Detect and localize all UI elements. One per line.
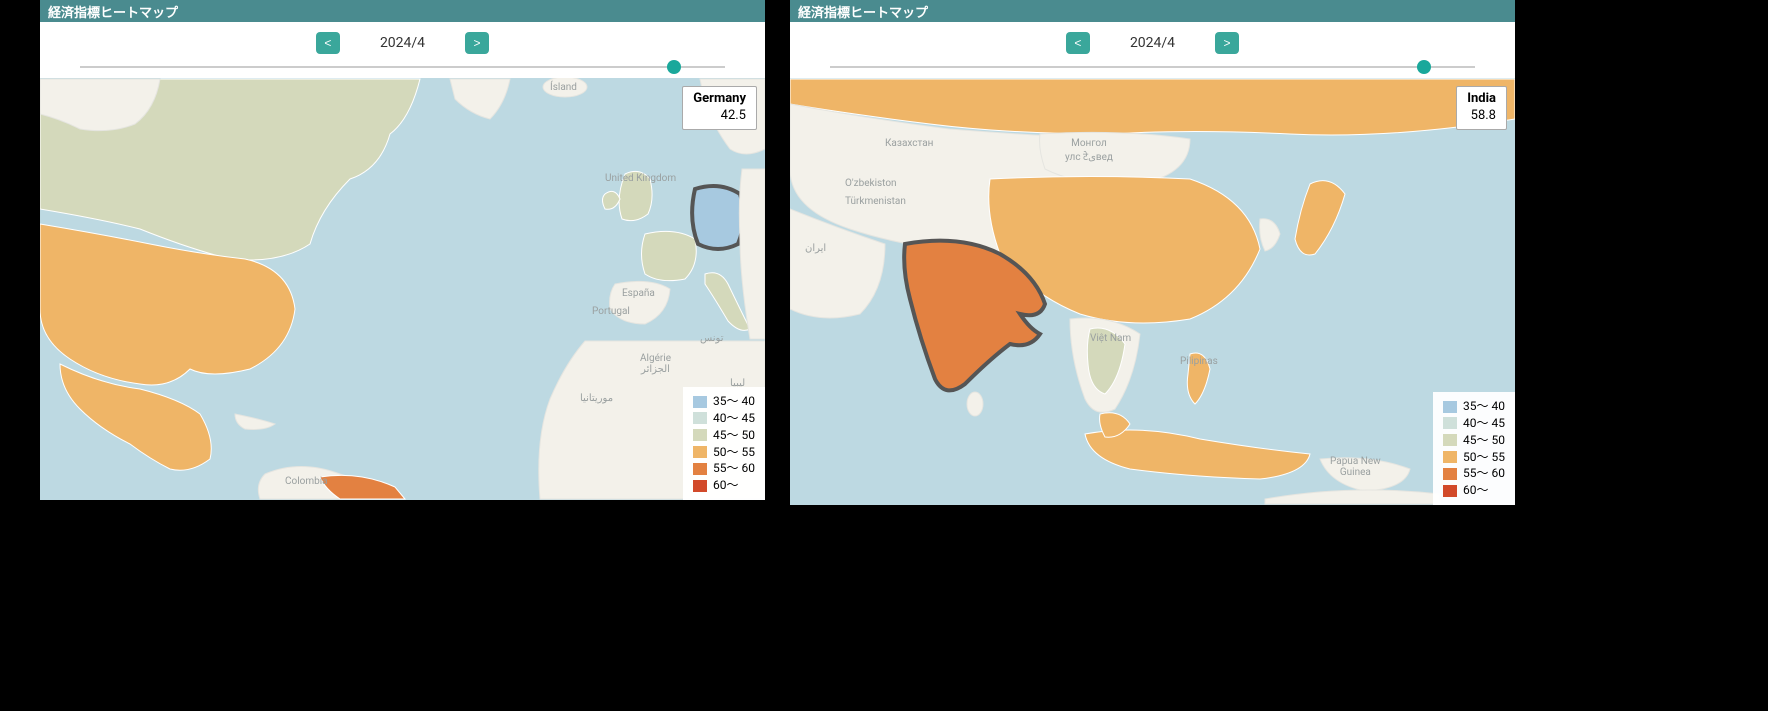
landmass-srilanka [967,392,983,416]
landmass-iceland [543,78,587,97]
legend-swatch [693,412,707,424]
heatmap-panel-right: 経済指標ヒートマップ < 2024/4 > [790,0,1515,505]
legend-swatch [693,396,707,408]
legend-label: 35～ 40 [1463,398,1505,415]
legend-swatch [1443,451,1457,463]
legend-label: 45～ 50 [1463,432,1505,449]
landmass-australia [1265,490,1440,504]
legend-label: 60～ [713,477,739,494]
heatmap-panel-left: 経済指標ヒートマップ < 2024/4 > [40,0,765,500]
legend-label: 40～ 45 [1463,415,1505,432]
landmass-greenland [450,79,510,119]
slider-track [80,66,725,68]
landmass-png [1320,458,1410,491]
legend-row: 35～ 40 [1443,398,1505,415]
legend-row: 50～ 55 [1443,449,1505,466]
legend-row: 45～ 50 [1443,432,1505,449]
legend-row: 50～ 55 [693,444,755,461]
time-slider[interactable] [790,60,1515,78]
map-svg [40,78,765,500]
tooltip-value: 42.5 [693,108,746,125]
country-korea[interactable] [1260,219,1280,251]
country-japan[interactable] [1295,181,1345,255]
slider-thumb[interactable] [1417,60,1431,74]
legend-swatch [1443,468,1457,480]
country-philippines[interactable] [1187,353,1210,404]
legend-label: 50～ 55 [713,444,755,461]
map-legend: 35～ 4040～ 4545～ 5050～ 5555～ 6060～ [1433,392,1515,505]
legend-row: 35～ 40 [693,393,755,410]
legend-label: 45～ 50 [713,427,755,444]
landmass-east-europe [739,169,765,339]
legend-swatch [693,446,707,458]
legend-label: 55～ 60 [1463,465,1505,482]
country-spain[interactable] [610,281,670,324]
prev-button[interactable]: < [1066,32,1090,54]
date-label: 2024/4 [1130,35,1175,51]
legend-label: 40～ 45 [713,410,755,427]
title-text: 経済指標ヒートマップ [798,2,928,21]
legend-row: 45～ 50 [693,427,755,444]
legend-swatch [693,429,707,441]
tooltip-country: Germany [693,91,746,108]
legend-label: 60～ [1463,482,1489,499]
map-legend: 35～ 4040～ 4545～ 5050～ 5555～ 6060～ [683,387,765,500]
panel-title: 経済指標ヒートマップ [790,0,1515,22]
time-slider[interactable] [40,60,765,78]
legend-swatch [693,480,707,492]
date-label: 2024/4 [380,35,425,51]
map-area[interactable]: Казахстан O'zbekiston Türkmenistan ایران… [790,78,1515,505]
legend-row: 40～ 45 [693,410,755,427]
map-svg [790,78,1515,505]
prev-button[interactable]: < [316,32,340,54]
tooltip-country: India [1467,91,1496,108]
map-area[interactable]: Ísland United Kingdom España Portugal Al… [40,78,765,500]
legend-label: 55～ 60 [713,460,755,477]
tooltip-value: 58.8 [1467,108,1496,125]
country-ireland[interactable] [603,191,621,209]
next-button[interactable]: > [465,32,489,54]
map-tooltip: Germany 42.5 [682,86,757,130]
legend-label: 50～ 55 [1463,449,1505,466]
date-controls: < 2024/4 > [40,22,765,60]
slider-track [830,66,1475,68]
legend-row: 55～ 60 [693,460,755,477]
next-button[interactable]: > [1215,32,1239,54]
legend-swatch [1443,417,1457,429]
slider-thumb[interactable] [667,60,681,74]
date-controls: < 2024/4 > [790,22,1515,60]
legend-swatch [1443,485,1457,497]
map-tooltip: India 58.8 [1456,86,1507,130]
legend-swatch [693,463,707,475]
country-indonesia[interactable] [1085,430,1310,479]
legend-row: 60～ [693,477,755,494]
legend-row: 55～ 60 [1443,465,1505,482]
country-uk[interactable] [619,171,652,220]
country-france[interactable] [642,231,697,280]
landmass-cuba [235,414,275,429]
title-text: 経済指標ヒートマップ [48,2,178,21]
legend-swatch [1443,401,1457,413]
legend-row: 60～ [1443,482,1505,499]
legend-label: 35～ 40 [713,393,755,410]
legend-swatch [1443,434,1457,446]
legend-row: 40～ 45 [1443,415,1505,432]
country-germany[interactable] [692,186,743,249]
panel-title: 経済指標ヒートマップ [40,0,765,22]
